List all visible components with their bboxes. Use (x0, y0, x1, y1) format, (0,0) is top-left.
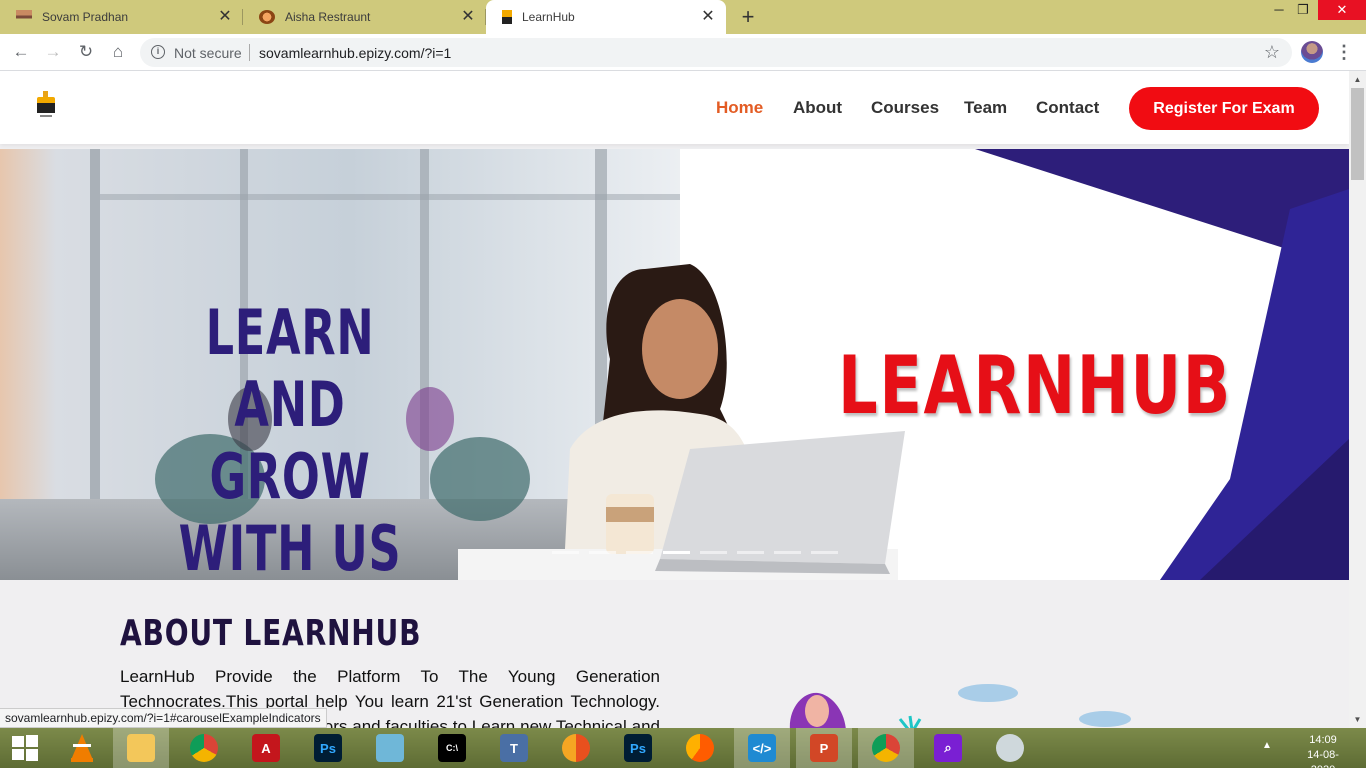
carousel-indicator[interactable] (700, 551, 727, 554)
back-arrow-icon[interactable]: ← (9, 40, 33, 64)
carousel-indicator[interactable] (626, 551, 653, 554)
windows-start-icon[interactable] (0, 728, 50, 768)
browser-tab-strip: Sovam Pradhan ✕ Aisha Restraunt ✕ LearnH… (0, 0, 1366, 34)
hero-headline-line1: LEARN AND GROW (205, 296, 375, 513)
bookmark-star-icon[interactable]: ☆ (1264, 42, 1280, 63)
close-icon[interactable]: ✕ (700, 9, 716, 25)
carousel-indicator[interactable] (589, 551, 616, 554)
close-icon[interactable]: ✕ (217, 9, 233, 25)
powerpoint-icon[interactable]: P (796, 728, 852, 768)
info-icon[interactable]: i (151, 45, 165, 59)
about-title: ABOUT LEARNHUB (120, 613, 422, 654)
learnhub-logo-icon[interactable] (34, 91, 58, 121)
clock-time: 14:09 (1309, 734, 1337, 746)
paint-icon[interactable] (982, 728, 1038, 768)
tab-favicon-icon (502, 10, 512, 24)
notepad-icon[interactable] (362, 728, 418, 768)
register-for-exam-button[interactable]: Register For Exam (1129, 87, 1319, 130)
hero-carousel[interactable]: LEARN AND GROW WITH US LEARNHUB › (0, 149, 1349, 580)
tab-favicon-icon (16, 10, 32, 24)
nav-team[interactable]: Team (964, 98, 1007, 118)
page-scrollbar[interactable]: ▲ ▼ (1349, 71, 1366, 728)
web-page: Home About Courses Team Contact Register… (0, 71, 1349, 728)
window-close-icon[interactable]: ✕ (1318, 0, 1366, 20)
carousel-indicator[interactable] (552, 551, 579, 554)
photoshop-icon[interactable]: Ps (300, 728, 356, 768)
menu-dots-icon[interactable]: ⋮ (1334, 41, 1354, 63)
browser-tab-sovam[interactable]: Sovam Pradhan ✕ (0, 0, 243, 34)
vlc-icon[interactable] (54, 728, 110, 768)
scroll-down-arrow-icon[interactable]: ▼ (1349, 711, 1366, 728)
tray-chevron-up-icon[interactable]: ▲ (1262, 740, 1272, 751)
chrome-icon[interactable] (858, 728, 914, 768)
tab-title: LearnHub (522, 10, 575, 24)
profile-avatar[interactable] (1301, 41, 1323, 63)
about-text-line: LearnHub Provide the Platform To The You… (120, 667, 660, 686)
divider (249, 44, 250, 61)
tab-title: Sovam Pradhan (42, 10, 129, 24)
tab-title: Aisha Restraunt (285, 10, 371, 24)
tab-favicon-icon (259, 10, 275, 24)
carousel-indicators (552, 551, 838, 554)
hero-headline: LEARN AND GROW WITH US (150, 296, 431, 581)
carousel-indicator[interactable] (737, 551, 764, 554)
photoshop-icon[interactable]: Ps (610, 728, 666, 768)
close-icon[interactable]: ✕ (460, 9, 476, 25)
url-text[interactable]: sovamlearnhub.epizy.com/?i=1 (259, 45, 451, 61)
restore-icon[interactable]: ❐ (1292, 0, 1314, 20)
typing-tool-icon[interactable]: T (486, 728, 542, 768)
reload-icon[interactable]: ↻ (74, 40, 98, 64)
acrobat-icon[interactable]: A (238, 728, 294, 768)
taskbar-clock[interactable]: 14:09 14-08-2020 (1298, 733, 1348, 768)
cmd-icon[interactable]: C:\ (424, 728, 480, 768)
home-icon[interactable]: ⌂ (106, 40, 130, 64)
file-explorer-icon[interactable] (113, 728, 169, 768)
site-header: Home About Courses Team Contact Register… (0, 71, 1349, 144)
nav-about[interactable]: About (793, 98, 842, 118)
nav-home[interactable]: Home (716, 98, 763, 118)
carousel-next-chevron-icon[interactable]: › (1237, 349, 1246, 380)
address-bar[interactable]: i Not secure sovamlearnhub.epizy.com/?i=… (140, 38, 1292, 67)
chrome-icon[interactable] (176, 728, 232, 768)
edge-icon[interactable] (548, 728, 604, 768)
carousel-indicator[interactable] (811, 551, 838, 554)
scroll-thumb[interactable] (1351, 88, 1364, 180)
hero-brand-title: LEARNHUB (838, 339, 1232, 432)
browser-tab-aisha[interactable]: Aisha Restraunt ✕ (243, 0, 486, 34)
browser-tab-learnhub[interactable]: LearnHub ✕ (486, 0, 726, 34)
security-label: Not secure (174, 45, 242, 61)
windows-taskbar: A Ps C:\ T Ps </> P ⌕ ▲ 14:09 14-08-2020 (0, 728, 1366, 768)
about-illustration (790, 684, 1131, 728)
firefox-icon[interactable] (672, 728, 728, 768)
hero-headline-line2: WITH US (178, 512, 402, 581)
forward-arrow-icon[interactable]: → (41, 40, 65, 64)
browser-toolbar: ← → ↻ ⌂ i Not secure sovamlearnhub.epizy… (0, 34, 1366, 71)
vscode-icon[interactable]: </> (734, 728, 790, 768)
nav-courses[interactable]: Courses (871, 98, 939, 118)
nav-contact[interactable]: Contact (1036, 98, 1099, 118)
carousel-indicator[interactable] (774, 551, 801, 554)
scroll-up-arrow-icon[interactable]: ▲ (1349, 71, 1366, 88)
link-status-bar: sovamlearnhub.epizy.com/?i=1#carouselExa… (0, 708, 327, 728)
search-tool-icon[interactable]: ⌕ (920, 728, 976, 768)
clock-date: 14-08-2020 (1307, 749, 1339, 768)
carousel-indicator[interactable] (663, 551, 690, 554)
minimize-icon[interactable]: ─ (1268, 0, 1290, 20)
new-tab-plus-icon[interactable]: + (737, 6, 759, 28)
